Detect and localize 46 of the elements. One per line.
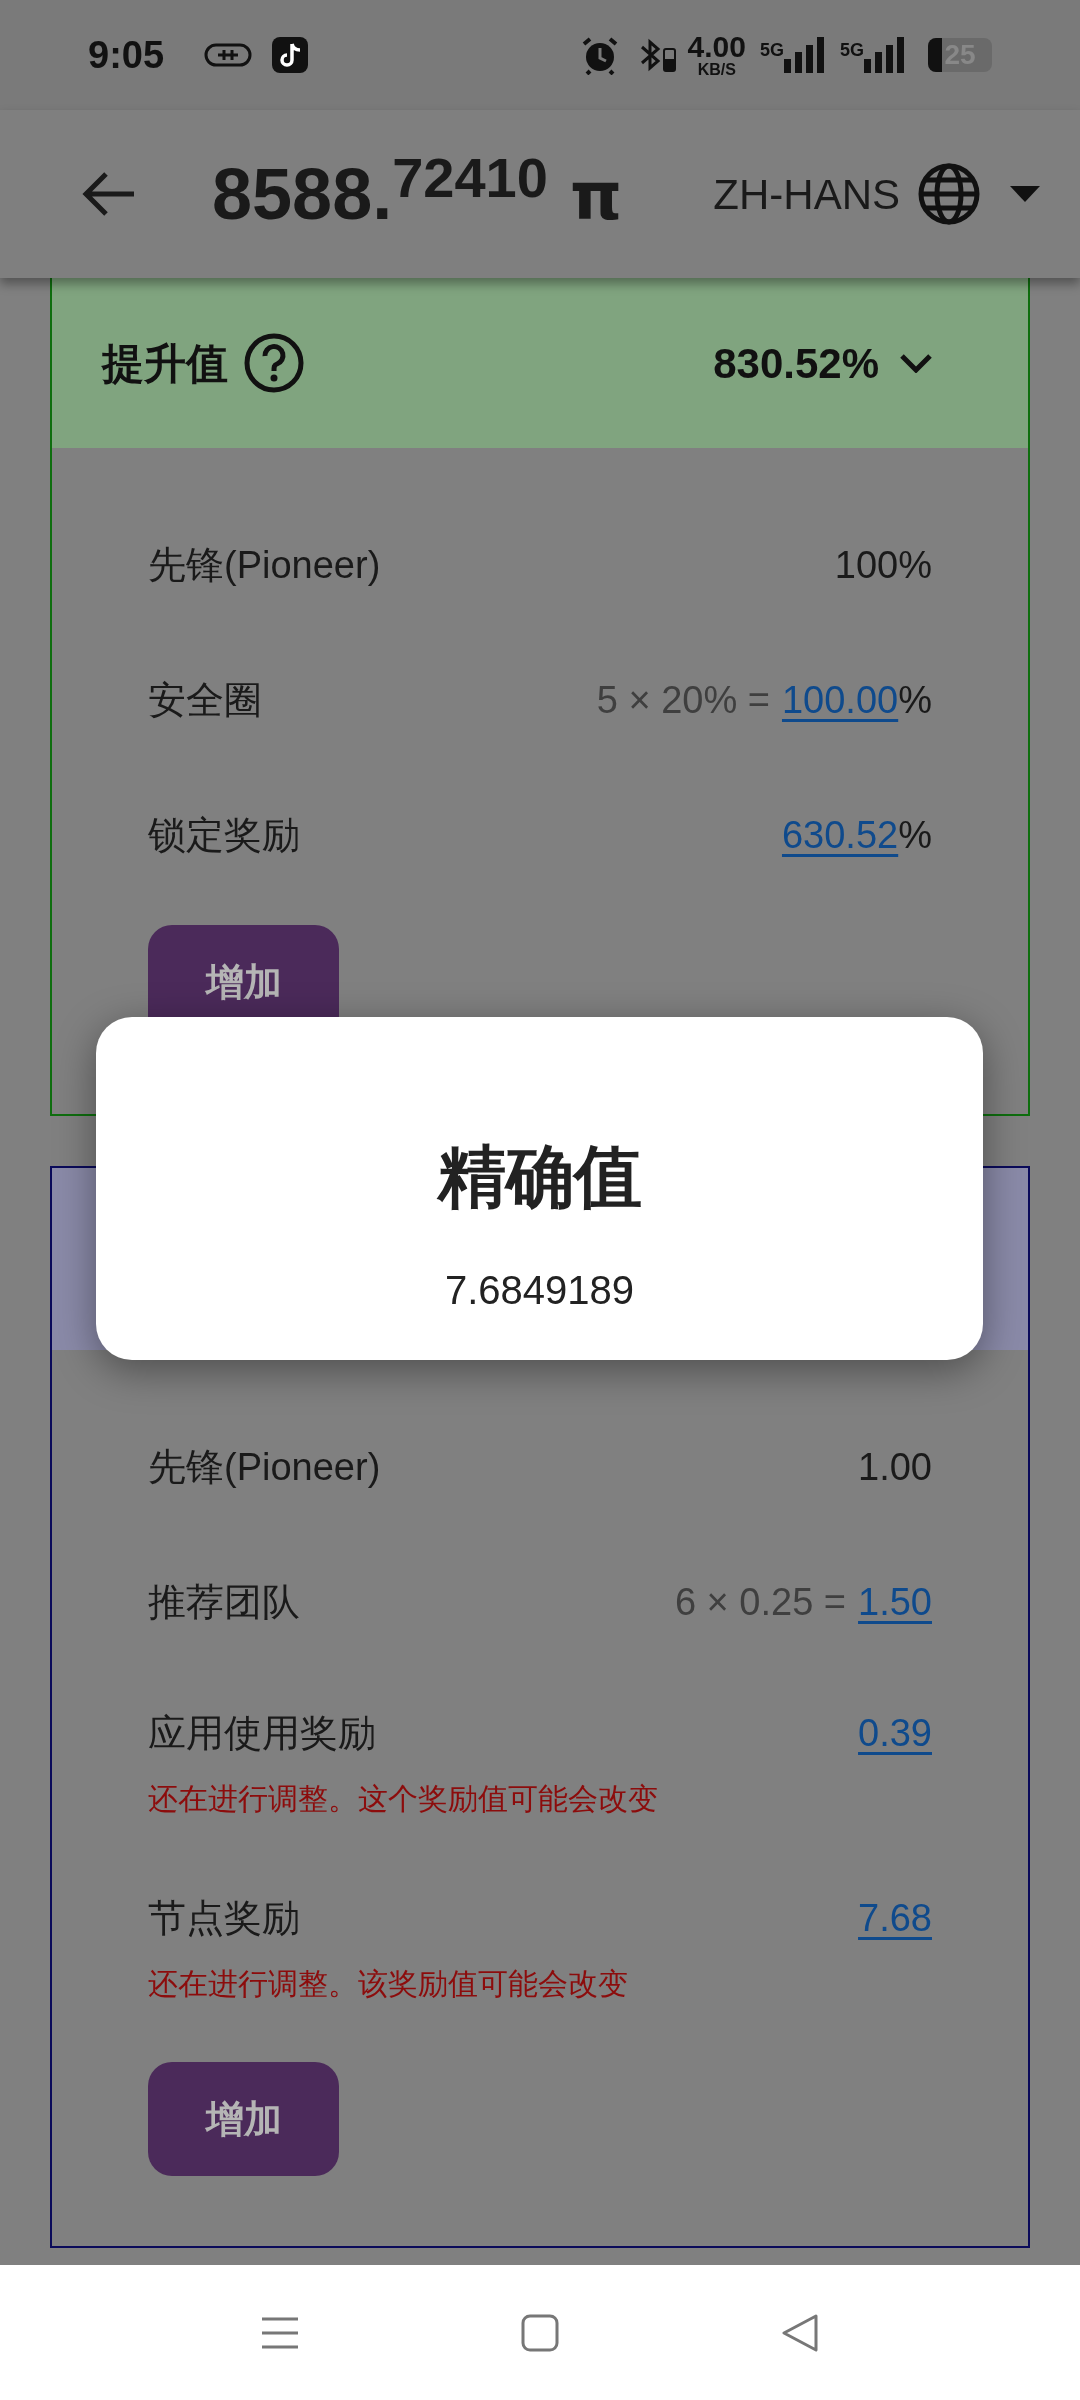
row-label: 锁定奖励 [148,813,300,858]
value-link[interactable]: 630.52 [781,807,899,864]
speed-unit: KB/S [697,62,736,78]
value-link[interactable]: 7.68 [858,1889,932,1947]
warning-note: 还在进行调整。这个奖励值可能会改变 [148,1780,659,1817]
globe-icon [918,163,980,225]
card-header[interactable]: 提升值 830.52% [52,278,1028,448]
back-arrow-icon[interactable] [80,170,136,218]
row-label: 应用使用奖励 [148,1710,376,1756]
signal-icon [864,37,906,73]
back-icon[interactable] [779,2313,820,2352]
balance-decimals: 72410 [392,145,548,211]
help-icon[interactable] [244,333,304,393]
currency-symbol: π [569,157,623,237]
language-selector[interactable]: ZH-HANS [713,162,1040,226]
formula-text: 6 × 0.25 = [674,1580,847,1625]
balance-amount: 8588. [212,153,393,236]
warning-note: 还在进行调整。该奖励值可能会改变 [148,1965,629,2002]
formula-text: 5 × 20% = [596,678,770,723]
add-button[interactable]: 增加 [148,2062,339,2176]
percent-sign: % [898,813,932,858]
home-icon[interactable] [521,2313,559,2352]
chevron-down-icon[interactable] [899,353,933,373]
clock-time: 9:05 [88,32,165,78]
row-label: 先锋(Pioneer) [148,1445,381,1490]
row-label: 安全圈 [148,678,262,723]
row-label: 节点奖励 [148,1895,300,1941]
exact-value: 7.6849189 [444,1270,635,1310]
music-note-icon [272,37,309,73]
caret-icon [1010,186,1040,202]
dialog-title: 精确值 [437,1142,642,1210]
value-link[interactable]: 0.39 [858,1704,932,1762]
plug-icon [204,42,253,68]
value-link[interactable]: 100.00 [781,672,899,729]
boost-total: 830.52% [713,338,879,389]
network-speed: 4.00 [687,32,746,62]
network-type: 5G [759,39,784,62]
percent-sign: % [898,678,932,723]
row-value: 1.00 [858,1445,932,1490]
value-link[interactable]: 1.50 [858,1574,932,1631]
row-label: 推荐团队 [148,1580,300,1625]
network-type: 5G [840,39,864,62]
section-title: 提升值 [102,338,228,389]
signal-icon [784,37,826,73]
row-value: 100% [834,543,932,588]
row-label: 先锋(Pioneer) [148,543,381,588]
